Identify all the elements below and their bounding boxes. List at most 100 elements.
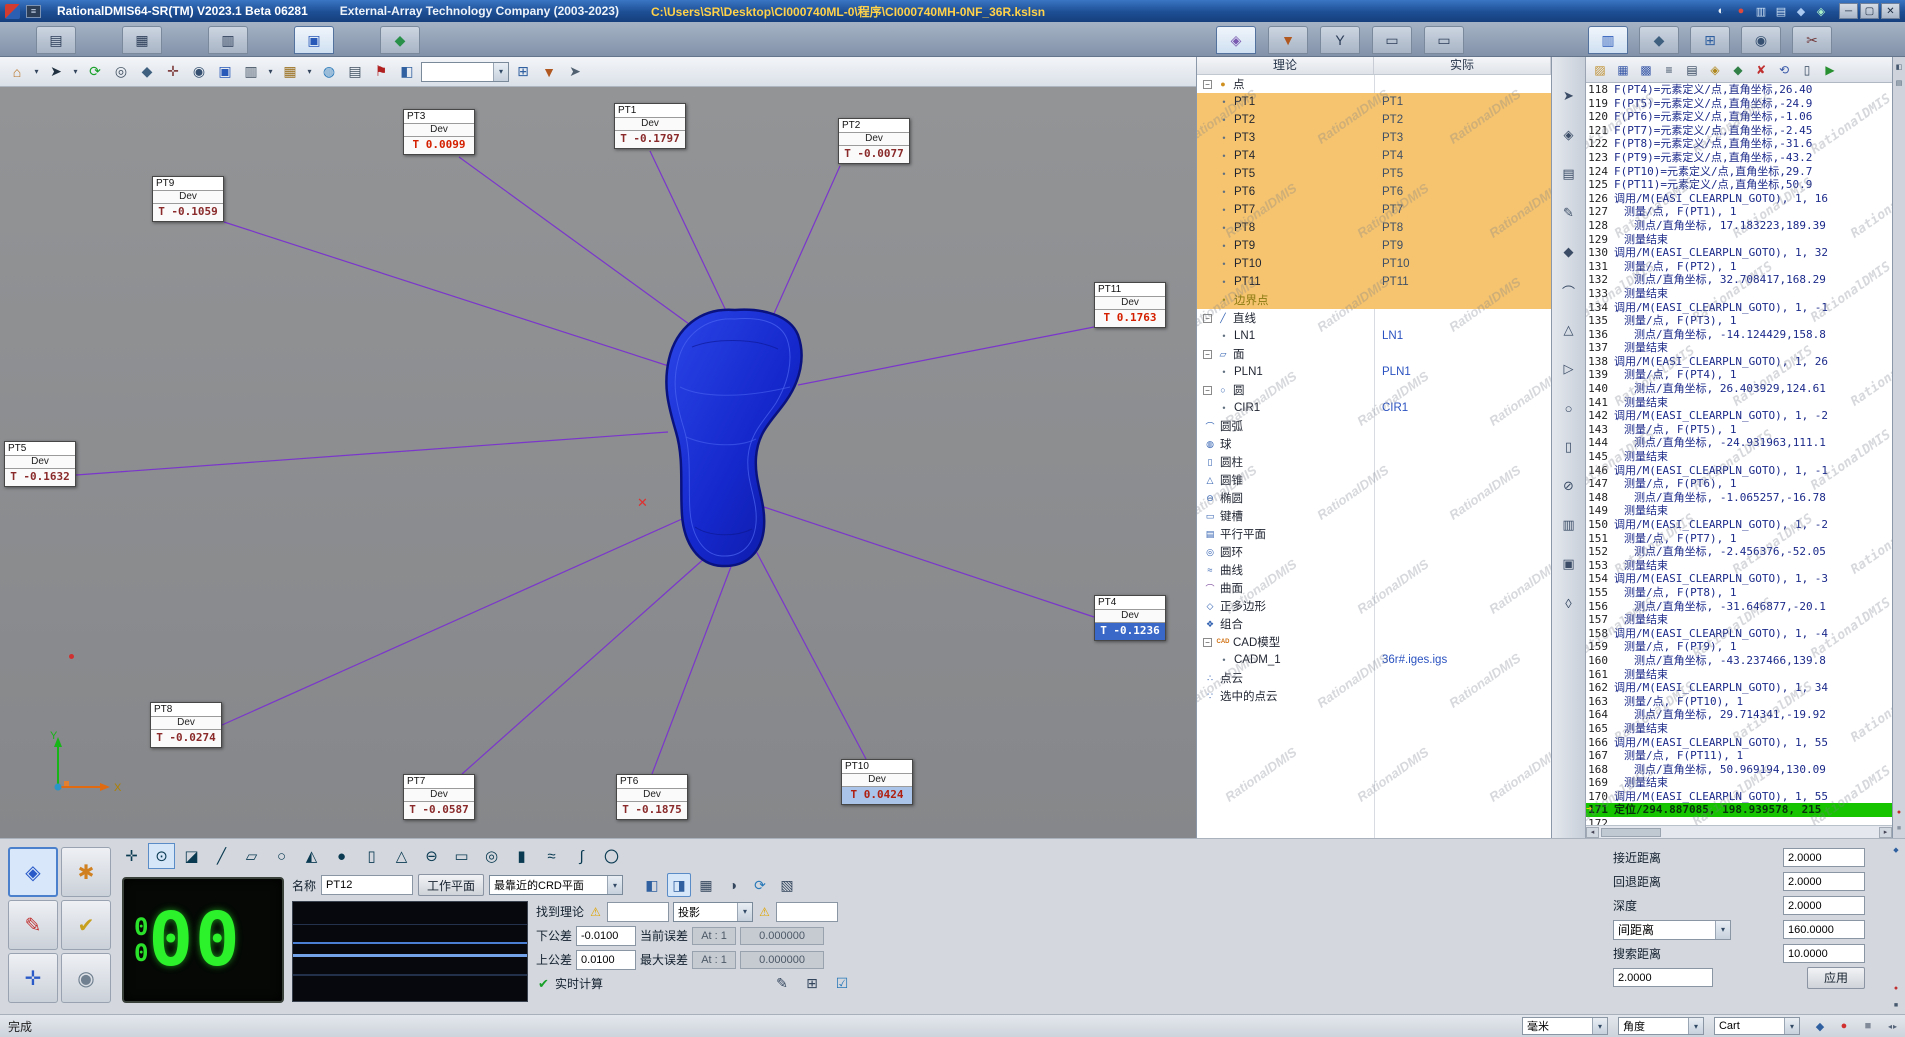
tree-row-PT11[interactable]: •PT11PT11 xyxy=(1197,273,1551,291)
dev-label-PT7[interactable]: PT7DevT -0.0587 xyxy=(403,774,475,820)
grid-plus-button[interactable]: ⊞ xyxy=(511,60,535,84)
axis-button[interactable]: ✛ xyxy=(161,60,185,84)
probe-mode-button[interactable]: ◈ xyxy=(8,847,58,897)
home-button[interactable]: ⌂ xyxy=(5,60,29,84)
dev-label-PT8[interactable]: PT8DevT -0.0274 xyxy=(150,702,222,748)
code-line-158[interactable]: 158调用/M(EASI_CLEARPLN_GOTO), 1, -4 xyxy=(1586,627,1892,641)
code-line-126[interactable]: 126调用/M(EASI_CLEARPLN_GOTO), 1, 16 xyxy=(1586,192,1892,206)
code-line-144[interactable]: 144测点/直角坐标, -24.931963,111.1 xyxy=(1586,436,1892,450)
approach-input[interactable]: 2.0000 xyxy=(1783,848,1865,867)
code-line-155[interactable]: 155测量/点, F(PT8), 1 xyxy=(1586,586,1892,600)
view-refresh-button[interactable]: ⟳ xyxy=(748,873,772,897)
code-line-152[interactable]: 152测点/直角坐标, -2.456376,-52.05 xyxy=(1586,545,1892,559)
status-lock-icon[interactable]: ■ xyxy=(1858,1018,1878,1034)
tree-row-面[interactable]: ▱面 xyxy=(1197,345,1551,363)
tab-cad[interactable]: ◆ xyxy=(380,26,420,54)
lang-badge[interactable]: ◐ xyxy=(1711,3,1731,19)
code-line-145[interactable]: 145测量结束 xyxy=(1586,450,1892,464)
panel-badge[interactable]: ▥ xyxy=(1751,3,1771,19)
retract-input[interactable]: 2.0000 xyxy=(1783,872,1865,891)
dev-label-PT5[interactable]: PT5DevT -0.1632 xyxy=(4,441,76,487)
tree-row-CAD模型[interactable]: CADCAD模型 xyxy=(1197,633,1551,651)
code-line-167[interactable]: 167测量/点, F(PT11), 1 xyxy=(1586,749,1892,763)
feature-cone[interactable]: ◭ xyxy=(298,843,325,869)
dev-label-PT4[interactable]: PT4DevT -0.1236 xyxy=(1094,595,1166,641)
mini-probe-icon[interactable]: ◆ xyxy=(1891,845,1901,855)
view-half-button[interactable]: ◑ xyxy=(721,873,745,897)
chevron-down-icon[interactable] xyxy=(737,903,752,921)
scroll-left-icon[interactable] xyxy=(1586,827,1599,838)
feature-torus[interactable]: ◎ xyxy=(478,843,505,869)
arc-tool[interactable]: ⌒ xyxy=(1557,280,1581,302)
save-all-button[interactable]: ▩ xyxy=(1635,59,1657,81)
find-theory-input[interactable] xyxy=(607,902,669,922)
tree-row-圆环[interactable]: ◎圆环 xyxy=(1197,543,1551,561)
tree-row-CADM_1[interactable]: •CADM_136r#.iges.igs xyxy=(1197,651,1551,669)
code-line-160[interactable]: 160测点/直角坐标, -43.237466,139.8 xyxy=(1586,654,1892,668)
code-line-123[interactable]: 123F(PT9)=元素定义/点,直角坐标,-43.2 xyxy=(1586,151,1892,165)
table-button[interactable]: ▤ xyxy=(1681,59,1703,81)
back-button[interactable]: ⟲ xyxy=(1773,59,1795,81)
probe-tool[interactable]: ◆ xyxy=(1557,241,1581,263)
tree-row-球[interactable]: ◍球 xyxy=(1197,435,1551,453)
run-button[interactable]: ▶ xyxy=(1819,59,1841,81)
code-line-125[interactable]: 125F(PT11)=元素定义/点,直角坐标,50.9 xyxy=(1586,178,1892,192)
tree-row-PT10[interactable]: •PT10PT10 xyxy=(1197,255,1551,273)
cylinder-tool[interactable]: ▯ xyxy=(1557,436,1581,458)
code-line-153[interactable]: 153测量结束 xyxy=(1586,559,1892,573)
pencil-tool[interactable]: ✎ xyxy=(1557,202,1581,224)
feature-cylinder[interactable]: ▯ xyxy=(358,843,385,869)
layout-dropdown[interactable]: ▾ xyxy=(265,60,276,84)
tab-table[interactable]: ▥ xyxy=(208,26,248,54)
dev-label-PT11[interactable]: PT11DevT 0.1763 xyxy=(1094,282,1166,328)
dev-label-PT9[interactable]: PT9DevT -0.1059 xyxy=(152,176,224,222)
tree-row-曲线[interactable]: ≈曲线 xyxy=(1197,561,1551,579)
tab-monitor1[interactable]: ▭ xyxy=(1372,26,1412,54)
code-line-171[interactable]: 171定位/294.887085, 198.939578, 215 xyxy=(1586,803,1892,817)
web-button[interactable]: ◍ xyxy=(317,60,341,84)
feature-line[interactable]: ╱ xyxy=(208,843,235,869)
code-line-166[interactable]: 166调用/M(EASI_CLEARPLN_GOTO), 1, 55 xyxy=(1586,736,1892,750)
code-line-150[interactable]: 150调用/M(EASI_CLEARPLN_GOTO), 1, -2 xyxy=(1586,518,1892,532)
nogo-tool[interactable]: ⊘ xyxy=(1557,475,1581,497)
tree-row-组合[interactable]: ❖组合 xyxy=(1197,615,1551,633)
triangle-tool[interactable]: △ xyxy=(1557,319,1581,341)
tree-row-PT9[interactable]: •PT9PT9 xyxy=(1197,237,1551,255)
view-report-button[interactable]: ▧ xyxy=(775,873,799,897)
tree-row-平行平面[interactable]: ▤平行平面 xyxy=(1197,525,1551,543)
code-line-162[interactable]: 162调用/M(EASI_CLEARPLN_GOTO), 1, 34 xyxy=(1586,681,1892,695)
tree-row-PT4[interactable]: •PT4PT4 xyxy=(1197,147,1551,165)
tree-row-PT1[interactable]: •PT1PT1 xyxy=(1197,93,1551,111)
code-line-138[interactable]: 138调用/M(EASI_CLEARPLN_GOTO), 1, 26 xyxy=(1586,355,1892,369)
upper-tol-input[interactable]: 0.0100 xyxy=(576,950,636,970)
code-line-136[interactable]: 136测点/直角坐标, -14.124429,158.8 xyxy=(1586,328,1892,342)
code-line-121[interactable]: 121F(PT7)=元素定义/点,直角坐标,-2.45 xyxy=(1586,124,1892,138)
code-line-168[interactable]: 168测点/直角坐标, 50.969194,130.09 xyxy=(1586,763,1892,777)
chevron-down-icon[interactable] xyxy=(1592,1018,1607,1034)
search-input[interactable]: 10.0000 xyxy=(1783,944,1865,963)
display-button[interactable]: ▣ xyxy=(213,60,237,84)
mini-alarm-icon[interactable]: ● xyxy=(1891,983,1901,993)
collapse-icon[interactable] xyxy=(1203,80,1212,89)
extra-distance-input[interactable]: 2.0000 xyxy=(1613,968,1713,987)
feature-ellipse[interactable]: ⊖ xyxy=(418,843,445,869)
feature-parallel-plane[interactable]: ▱ xyxy=(238,843,265,869)
code-line-129[interactable]: 129测量结束 xyxy=(1586,233,1892,247)
collapse-icon[interactable] xyxy=(1203,638,1212,647)
manual-mode-button[interactable]: ✱ xyxy=(61,847,111,897)
tab-monitor2[interactable]: ▭ xyxy=(1424,26,1464,54)
refresh-button[interactable]: ⟳ xyxy=(83,60,107,84)
tab-camera[interactable]: ◉ xyxy=(1741,26,1781,54)
code-line-128[interactable]: 128测点/直角坐标, 17.183223,189.39 xyxy=(1586,219,1892,233)
pointer-button[interactable]: ➤ xyxy=(44,60,68,84)
minimize-button[interactable]: ─ xyxy=(1839,3,1858,19)
view-theory-button[interactable]: ◧ xyxy=(640,873,664,897)
help-badge[interactable]: ◈ xyxy=(1811,3,1831,19)
pick-button[interactable]: ➤ xyxy=(563,60,587,84)
tree-row-PT7[interactable]: •PT7PT7 xyxy=(1197,201,1551,219)
code-line-135[interactable]: 135测量/点, F(PT3), 1 xyxy=(1586,314,1892,328)
dev-label-PT2[interactable]: PT2DevT -0.0077 xyxy=(838,118,910,164)
feature-circle[interactable]: ○ xyxy=(268,843,295,869)
mode-dropdown[interactable]: 最靠近的CRD平面 xyxy=(489,875,623,895)
menu-icon[interactable]: ≡ xyxy=(26,5,41,18)
